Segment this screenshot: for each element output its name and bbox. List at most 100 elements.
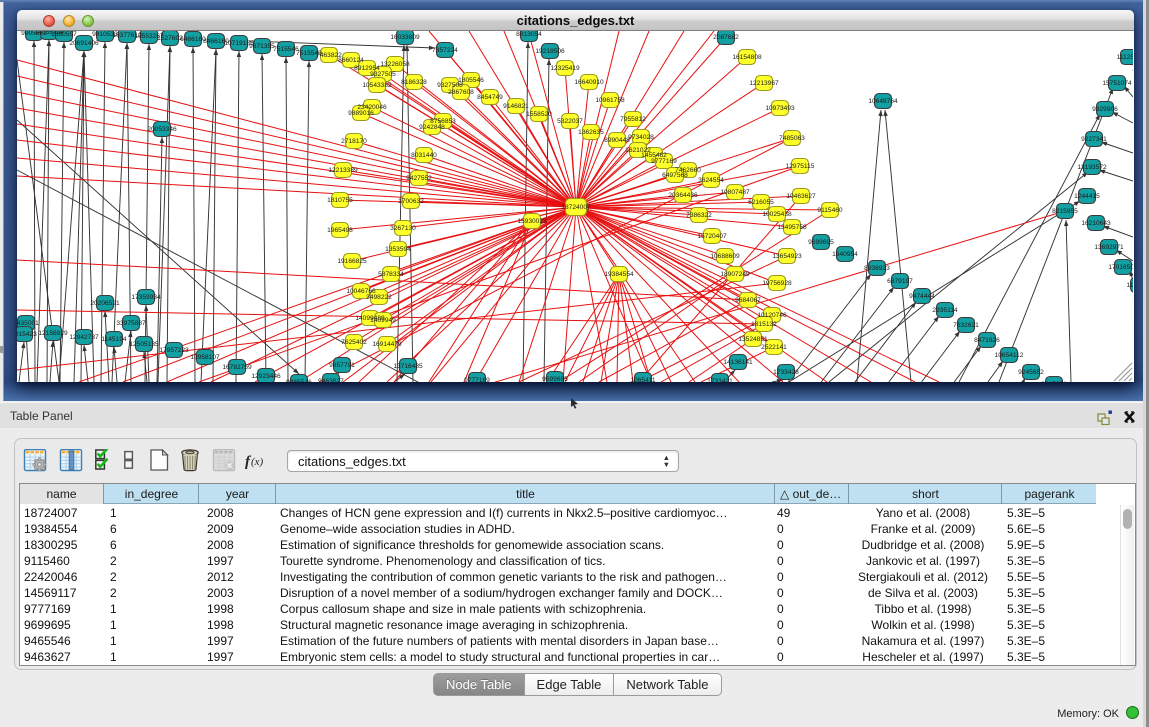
svg-text:8813054: 8813054 xyxy=(516,31,542,38)
svg-text:16782759: 16782759 xyxy=(222,364,252,371)
svg-text:6879197: 6879197 xyxy=(887,278,913,285)
svg-text:12975115: 12975115 xyxy=(786,163,815,170)
svg-text:9777169: 9777169 xyxy=(464,377,490,382)
svg-text:33975887: 33975887 xyxy=(116,320,146,327)
svg-text:8031440: 8031440 xyxy=(411,152,437,159)
svg-text:9115460: 9115460 xyxy=(817,207,843,214)
svg-text:18724007: 18724007 xyxy=(561,204,591,211)
svg-text:7386322: 7386322 xyxy=(686,212,712,219)
svg-text:19384554: 19384554 xyxy=(604,271,634,278)
svg-text:9671355: 9671355 xyxy=(249,43,275,50)
svg-text:2718170: 2718170 xyxy=(341,138,367,145)
svg-text:9327508: 9327508 xyxy=(437,82,463,89)
svg-text:1700632: 1700632 xyxy=(398,198,424,205)
svg-text:9427552: 9427552 xyxy=(406,175,432,182)
svg-text:(x): (x) xyxy=(251,456,264,468)
svg-text:10543382: 10543382 xyxy=(362,82,392,89)
svg-text:10958107: 10958107 xyxy=(190,354,220,361)
svg-text:9684067: 9684067 xyxy=(735,297,761,304)
svg-text:12213389: 12213389 xyxy=(328,167,358,174)
svg-text:8938923: 8938923 xyxy=(864,265,890,272)
svg-text:12325419: 12325419 xyxy=(550,65,580,72)
svg-text:9327505: 9327505 xyxy=(370,71,396,78)
svg-text:9463627: 9463627 xyxy=(318,378,344,382)
svg-text:1244415: 1244415 xyxy=(1074,193,1100,200)
svg-text:8660124: 8660124 xyxy=(338,57,364,64)
svg-text:9242848: 9242848 xyxy=(419,124,445,131)
svg-text:17957223: 17957223 xyxy=(159,347,189,354)
svg-text:3498222: 3498222 xyxy=(366,294,392,301)
svg-text:10973493: 10973493 xyxy=(765,105,795,112)
svg-text:1815132: 1815132 xyxy=(751,321,777,328)
svg-text:17016504: 17016504 xyxy=(1108,264,1133,271)
svg-text:10961758: 10961758 xyxy=(595,97,625,104)
svg-text:15930023: 15930023 xyxy=(517,218,547,225)
svg-text:17359934: 17359934 xyxy=(131,294,161,301)
svg-text:9474444: 9474444 xyxy=(909,293,935,300)
svg-text:1362635: 1362635 xyxy=(578,129,604,136)
svg-text:1558520: 1558520 xyxy=(526,111,552,118)
svg-text:13524851: 13524851 xyxy=(738,336,768,343)
svg-text:6216055: 6216055 xyxy=(748,199,774,206)
svg-text:12505135: 12505135 xyxy=(129,341,159,348)
svg-text:8454749: 8454749 xyxy=(477,94,503,101)
svg-text:5878334: 5878334 xyxy=(378,271,404,278)
svg-text:20691406: 20691406 xyxy=(69,40,99,47)
svg-text:16640910: 16640910 xyxy=(574,79,604,86)
svg-text:9889016: 9889016 xyxy=(348,110,374,117)
svg-text:3267130: 3267130 xyxy=(390,225,416,232)
svg-text:9699695: 9699695 xyxy=(808,239,834,246)
svg-text:20053346: 20053346 xyxy=(147,126,177,133)
svg-text:15720407: 15720407 xyxy=(697,233,727,240)
svg-text:9245651: 9245651 xyxy=(1041,381,1067,382)
svg-text:2435001: 2435001 xyxy=(17,320,39,327)
svg-text:18907249: 18907249 xyxy=(720,271,750,278)
svg-text:20364436: 20364436 xyxy=(668,192,698,199)
svg-text:13654923: 13654923 xyxy=(772,253,802,260)
svg-text:16033809: 16033809 xyxy=(390,34,420,41)
svg-text:13495758: 13495758 xyxy=(777,224,807,231)
svg-text:16154808: 16154808 xyxy=(732,54,762,61)
svg-text:19166825: 19166825 xyxy=(337,258,367,265)
svg-text:5322037: 5322037 xyxy=(557,118,583,125)
svg-text:9146821: 9146821 xyxy=(503,103,529,110)
svg-text:9465546: 9465546 xyxy=(286,379,312,382)
svg-text:19756928: 19756928 xyxy=(762,280,792,287)
svg-text:1965498: 1965498 xyxy=(327,227,353,234)
svg-text:7357224: 7357224 xyxy=(432,47,458,54)
svg-text:13226058: 13226058 xyxy=(380,61,410,68)
svg-text:10648764: 10648764 xyxy=(868,98,898,105)
svg-text:9227341: 9227341 xyxy=(1081,136,1107,143)
svg-text:1353594: 1353594 xyxy=(385,246,411,253)
svg-text:15751074: 15751074 xyxy=(1102,80,1132,87)
svg-text:9777169: 9777169 xyxy=(651,158,677,165)
svg-text:2087682: 2087682 xyxy=(713,34,739,41)
svg-text:14136141: 14136141 xyxy=(723,359,753,366)
svg-text:1145194: 1145194 xyxy=(101,336,127,343)
svg-text:12923446: 12923446 xyxy=(251,373,281,380)
svg-text:8990448: 8990448 xyxy=(604,137,630,144)
svg-text:12156829: 12156829 xyxy=(38,330,68,337)
svg-text:16914479: 16914479 xyxy=(372,341,402,348)
svg-text:9329906: 9329906 xyxy=(1092,106,1118,113)
svg-text:7955812: 7955812 xyxy=(620,116,646,123)
svg-text:3915423: 3915423 xyxy=(17,331,37,338)
svg-text:7632621: 7632621 xyxy=(953,322,979,329)
svg-text:20206521: 20206521 xyxy=(90,300,120,307)
svg-text:2867608: 2867608 xyxy=(448,89,474,96)
svg-text:10463627: 10463627 xyxy=(786,193,816,200)
svg-text:1065411: 1065411 xyxy=(630,377,656,382)
svg-text:7485063: 7485063 xyxy=(779,135,805,142)
svg-text:8186328: 8186328 xyxy=(401,79,427,86)
svg-text:10120746: 10120746 xyxy=(757,312,787,319)
svg-text:1810755: 1810755 xyxy=(327,197,353,204)
svg-text:9734028: 9734028 xyxy=(628,134,654,141)
svg-text:2935114: 2935114 xyxy=(932,307,958,314)
svg-text:10807487: 10807487 xyxy=(720,189,750,196)
svg-text:6497568: 6497568 xyxy=(662,172,688,179)
svg-text:1640954: 1640954 xyxy=(832,251,858,258)
svg-text:12193572: 12193572 xyxy=(1077,164,1107,171)
svg-text:16210643: 16210643 xyxy=(1081,220,1111,227)
svg-text:7625402: 7625402 xyxy=(341,339,367,346)
svg-text:1733421: 1733421 xyxy=(707,378,733,382)
